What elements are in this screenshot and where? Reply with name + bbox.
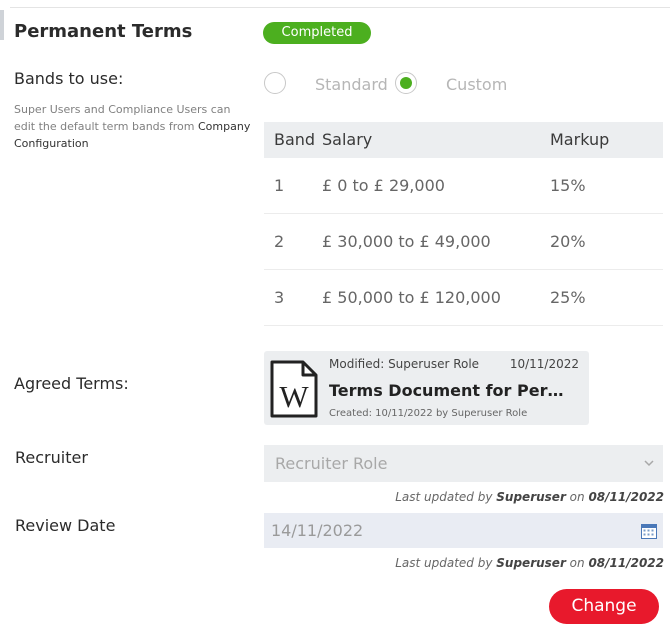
updated-on: on [565, 490, 589, 504]
cell-salary: £ 30,000 to £ 49,000 [322, 232, 491, 251]
table-row: 2 £ 30,000 to £ 49,000 20% [264, 214, 663, 270]
updated-by: Superuser [496, 490, 566, 504]
scroll-edge-marker [0, 10, 4, 40]
svg-text:W: W [279, 379, 309, 414]
recruiter-updated-note: Last updated by Superuser on 08/11/2022 [395, 490, 664, 504]
cell-markup: 25% [550, 288, 586, 307]
bands-to-use-label: Bands to use: [14, 69, 124, 88]
cell-band: 1 [274, 176, 285, 195]
header-markup: Markup [550, 130, 610, 149]
status-badge: Completed [263, 22, 371, 44]
radio-standard-label[interactable]: Standard [315, 75, 388, 94]
cell-salary: £ 50,000 to £ 120,000 [322, 288, 501, 307]
radio-custom[interactable] [395, 72, 417, 94]
updated-on: on [565, 556, 589, 570]
recruiter-value: Recruiter Role [275, 454, 388, 473]
word-document-icon: W [270, 360, 318, 418]
calendar-icon[interactable] [641, 524, 657, 539]
radio-selected-dot [400, 77, 412, 89]
review-date-value: 14/11/2022 [271, 521, 364, 540]
document-modified: Modified: Superuser Role [329, 357, 480, 371]
recruiter-label: Recruiter [15, 448, 88, 467]
header-salary: Salary [322, 130, 373, 149]
radio-standard[interactable] [264, 72, 286, 94]
cell-salary: £ 0 to £ 29,000 [322, 176, 445, 195]
table-row: 1 £ 0 to £ 29,000 15% [264, 158, 663, 214]
table-row: 3 £ 50,000 to £ 120,000 25% [264, 270, 663, 326]
agreed-terms-label: Agreed Terms: [14, 374, 129, 393]
updated-prefix: Last updated by [395, 556, 497, 570]
chevron-down-icon [644, 460, 654, 467]
review-date-input[interactable]: 14/11/2022 [264, 513, 663, 548]
updated-date: 08/11/2022 [588, 490, 664, 504]
review-date-updated-note: Last updated by Superuser on 08/11/2022 [395, 556, 664, 570]
radio-custom-label[interactable]: Custom [446, 75, 507, 94]
bands-hint-text: Super Users and Compliance Users can edi… [14, 101, 254, 152]
updated-by: Superuser [496, 556, 566, 570]
document-created: Created: 10/11/2022 by Superuser Role [329, 408, 528, 419]
section-title: Permanent Terms [14, 21, 193, 42]
bands-table-header: Band Salary Markup [264, 122, 663, 158]
updated-date: 08/11/2022 [588, 556, 664, 570]
document-name[interactable]: Terms Document for Permanent Placements [329, 381, 579, 400]
header-band: Band [274, 130, 316, 149]
top-divider [10, 7, 670, 8]
updated-prefix: Last updated by [395, 490, 497, 504]
document-card[interactable]: W Modified: Superuser Role 10/11/2022 Te… [264, 351, 589, 425]
recruiter-select[interactable]: Recruiter Role [264, 445, 663, 482]
cell-band: 2 [274, 232, 285, 251]
document-modified-date: 10/11/2022 [509, 357, 579, 371]
cell-markup: 15% [550, 176, 586, 195]
bands-table: Band Salary Markup 1 £ 0 to £ 29,000 15%… [264, 122, 663, 326]
cell-band: 3 [274, 288, 285, 307]
cell-markup: 20% [550, 232, 586, 251]
change-button[interactable]: Change [549, 589, 659, 624]
review-date-label: Review Date [15, 516, 116, 535]
